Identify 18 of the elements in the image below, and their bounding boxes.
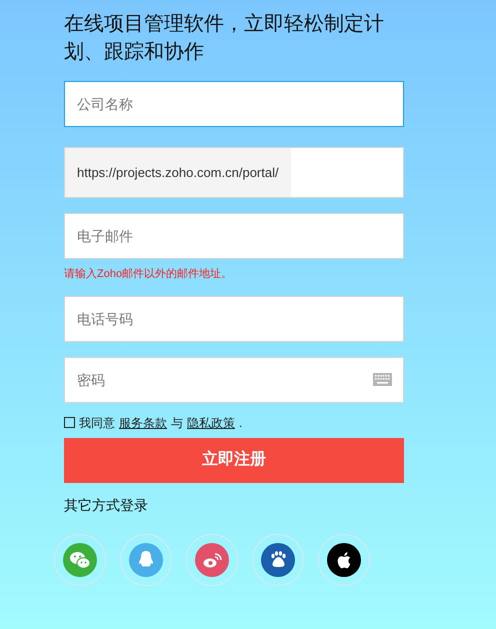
social-login-button[interactable] [318,534,370,586]
link[interactable]: 服务条款 [119,414,167,432]
checkbox[interactable] [64,417,75,428]
signup-button[interactable]: 立即注册 [64,438,404,482]
agreement-text: 与 [171,414,183,432]
agreement-text: 我同意 [79,414,115,432]
password-field[interactable]: 密码 [64,356,404,402]
input-field[interactable]: 电子邮件 [64,213,404,259]
error-message: 请输入Zoho邮件以外的邮件地址。 [64,267,234,282]
input-field[interactable]: 公司名称 [64,81,404,127]
social-login-button[interactable] [252,534,304,586]
agreement-text: . [239,414,242,432]
url-field[interactable]: https://projects.zoho.com.cn/portal/ [64,147,404,198]
input-field[interactable]: 电话号码 [64,296,404,342]
link[interactable]: 隐私政策 [187,414,235,432]
other-login-label: 其它方式登录 [64,496,149,514]
heading: 在线项目管理软件，立即轻松制定计划、跟踪和协作 [64,12,385,65]
keyboard-icon[interactable] [373,372,392,386]
